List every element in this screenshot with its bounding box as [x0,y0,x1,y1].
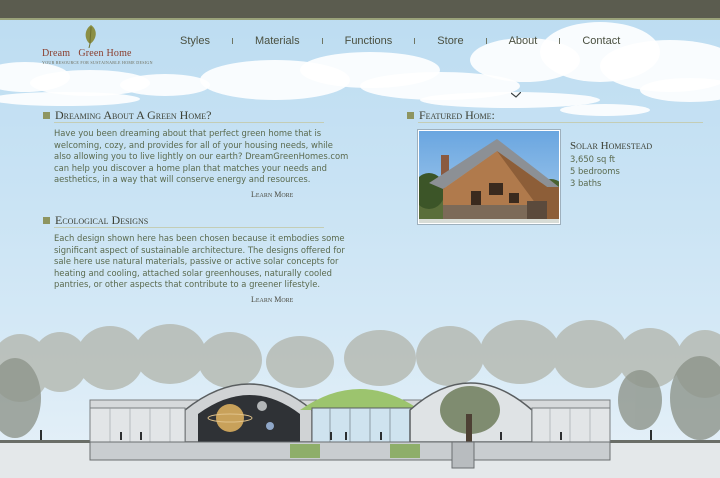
section-title-dreaming: Dreaming About A Green Home? [43,108,211,123]
featured-home-baths: 3 baths [570,178,602,188]
section-title-featured: Featured Home: [407,108,495,123]
nav-divider [321,38,323,44]
dreaming-body: Have you been dreaming about that perfec… [54,128,349,185]
featured-home-name[interactable]: Solar Homestead [570,140,652,152]
learn-more-link-dreaming[interactable]: Learn More [251,190,293,199]
bird-icon [511,92,521,98]
bullet-icon [407,112,414,119]
brand-name: Dream Green Home [42,48,132,59]
leaf-icon [85,25,96,48]
nav-materials[interactable]: Materials [255,35,300,47]
brand-tagline: YOUR RESOURCE FOR SUSTAINABLE HOME DESIG… [42,60,153,65]
main-nav: Styles Materials Functions Store About C… [180,33,620,49]
ecological-body: Each design shown here has been chosen b… [54,233,345,290]
bullet-icon [43,112,50,119]
featured-home-size: 3,650 sq ft [570,154,616,164]
featured-home-photo[interactable] [418,130,560,224]
green-building-cross-section-illustration [0,320,720,478]
nav-divider [485,38,487,44]
nav-contact[interactable]: Contact [582,35,620,47]
nav-divider [414,38,416,44]
featured-home-bedrooms: 5 bedrooms [570,166,620,176]
divider [54,227,324,228]
bullet-icon [43,217,50,224]
nav-divider [231,38,233,44]
divider [54,122,324,123]
nav-functions[interactable]: Functions [345,35,393,47]
nav-divider [559,38,561,44]
divider [418,122,703,123]
section-title-ecological: Ecological Designs [43,213,148,228]
nav-styles[interactable]: Styles [180,35,210,47]
nav-store[interactable]: Store [437,35,463,47]
nav-about[interactable]: About [509,35,538,47]
top-bar-accent [0,18,720,20]
learn-more-link-ecological[interactable]: Learn More [251,295,293,304]
top-bar [0,0,720,18]
brand-logo[interactable]: Dream Green Home YOUR RESOURCE FOR SUSTA… [42,24,152,66]
